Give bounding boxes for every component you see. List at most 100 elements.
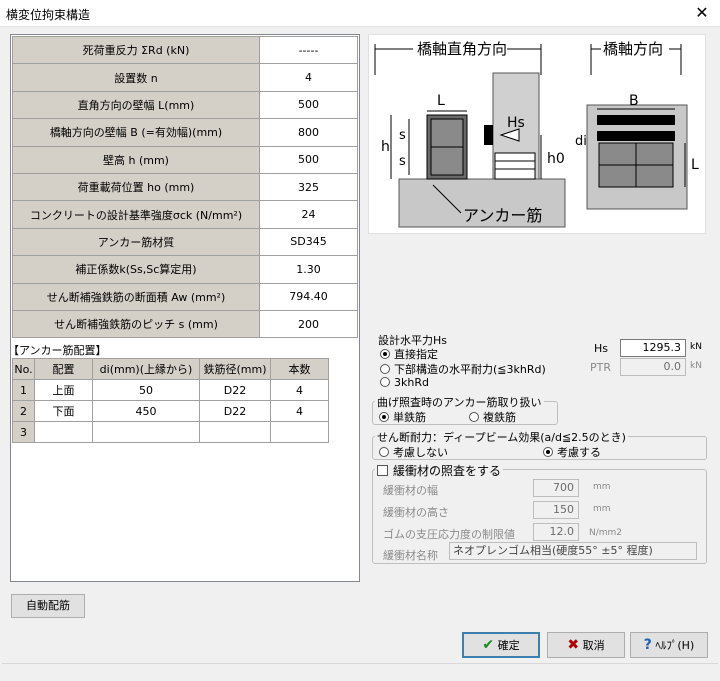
cell-di[interactable]: 50 [92, 379, 200, 401]
property-label: 直角方向の壁幅 L(mm) [12, 90, 260, 120]
radio-deep[interactable]: 考慮する [543, 444, 601, 460]
cancel-button[interactable]: ✖ 取消 [547, 632, 625, 658]
cell-dia[interactable]: D22 [199, 400, 271, 422]
row-no: 1 [12, 379, 35, 401]
check-icon: ✔ [482, 637, 495, 653]
property-value[interactable]: 500 [259, 90, 358, 120]
cushion-name-input: ネオプレンゴム相当(硬度55° ±5° 程度) [449, 542, 697, 560]
radio-direct-indicator[interactable] [380, 349, 390, 359]
cell-count[interactable]: 4 [270, 400, 329, 422]
property-row: 死荷重反力 ΣRd (kN) ----- [12, 35, 358, 65]
cushion-limit-unit: N/mm2 [589, 528, 623, 538]
table-row[interactable]: 1 上面 50 D22 4 [12, 379, 329, 401]
property-row: コンクリートの設計基準強度σck (N/mm²) 24 [12, 200, 358, 229]
cushion-check-label: 緩衝材の照査をする [393, 464, 502, 478]
help-button[interactable]: ? ﾍﾙﾌﾟ(H) [630, 632, 708, 658]
ptr-unit: kN [690, 361, 702, 371]
ptr-label: PTR [590, 361, 611, 374]
property-label: せん断補強鉄筋の断面積 Aw (mm²) [12, 282, 260, 311]
close-icon[interactable]: ✕ [690, 2, 714, 24]
cushion-group: 緩衝材の照査をする 緩衝材の幅 700 mm 緩衝材の高さ 150 mm ゴムの… [372, 462, 707, 564]
radio-single-label: 単鉄筋 [393, 411, 426, 424]
auto-rebar-button[interactable]: 自動配筋 [11, 594, 85, 618]
bending-title: 曲げ照査時のアンカー筋取り扱い [375, 394, 544, 410]
radio-substructure-label: 下部構造の水平耐力(≦3khRd) [394, 363, 546, 376]
hs-label: Hs [594, 342, 609, 355]
label-l: L [437, 93, 445, 109]
property-row: 荷重載荷位置 ho (mm) 325 [12, 172, 358, 202]
cell-pos[interactable]: 上面 [34, 379, 93, 401]
property-label: 荷重載荷位置 ho (mm) [12, 172, 260, 202]
radio-double-label: 複鉄筋 [483, 411, 516, 424]
label-perp: 橋軸直角方向 [417, 40, 507, 58]
cell-pos[interactable] [34, 421, 93, 443]
radio-substructure-indicator[interactable] [380, 364, 390, 374]
properties-table: 死荷重反力 ΣRd (kN) ----- 設置数 n 4 直角方向の壁幅 L(mm) 50… [12, 35, 358, 339]
radio-double-indicator[interactable] [469, 412, 479, 422]
title-bar: 横変位拘束構造 ✕ [0, 0, 720, 27]
radio-3khrd[interactable]: 3khRd [380, 376, 429, 389]
radio-single[interactable]: 単鉄筋 [379, 409, 426, 425]
hs-input[interactable]: 1295.3 [620, 339, 686, 357]
radio-double[interactable]: 複鉄筋 [469, 409, 516, 425]
property-value[interactable]: ----- [259, 35, 358, 65]
col-count: 本数 [270, 358, 329, 380]
property-label: 設置数 n [12, 63, 260, 92]
radio-no-deep[interactable]: 考慮しない [379, 444, 448, 460]
radio-3khrd-label: 3khRd [394, 376, 429, 389]
property-value[interactable]: 24 [259, 200, 358, 229]
property-value[interactable]: 800 [259, 118, 358, 147]
row-no: 3 [12, 421, 35, 443]
cushion-name-label: 緩衝材名称 [383, 549, 438, 562]
radio-3khrd-indicator[interactable] [380, 377, 390, 387]
confirm-button[interactable]: ✔ 確定 [462, 632, 540, 658]
cell-dia[interactable]: D22 [199, 379, 271, 401]
property-label: 補正係数k(Ss,Sc算定用) [12, 255, 260, 284]
cell-count[interactable] [270, 421, 329, 443]
property-label: コンクリートの設計基準強度σck (N/mm²) [12, 200, 260, 229]
cell-di[interactable]: 450 [92, 400, 200, 422]
property-value[interactable]: SD345 [259, 227, 358, 257]
label-b: B [629, 93, 639, 109]
label-l2: L [691, 157, 699, 173]
design-hs-group: 設計水平力Hs 直接指定 下部構造の水平耐力(≦3khRd) 3khRd [372, 332, 572, 392]
cell-dia[interactable] [199, 421, 271, 443]
property-value[interactable]: 1.30 [259, 255, 358, 284]
property-value[interactable]: 325 [259, 172, 358, 202]
radio-no-deep-indicator[interactable] [379, 447, 389, 457]
radio-single-indicator[interactable] [379, 412, 389, 422]
table-row[interactable]: 3 [12, 421, 329, 443]
window-title: 横変位拘束構造 [6, 8, 91, 22]
confirm-label: 確定 [497, 639, 520, 652]
col-no: No. [12, 358, 35, 380]
radio-substructure[interactable]: 下部構造の水平耐力(≦3khRd) [380, 361, 546, 377]
cushion-height-unit: mm [593, 504, 611, 514]
property-value[interactable]: 500 [259, 145, 358, 174]
cell-pos[interactable]: 下面 [34, 400, 93, 422]
help-label: ﾍﾙﾌﾟ(H) [655, 639, 695, 652]
help-icon: ? [643, 637, 652, 653]
cushion-checkbox[interactable] [377, 465, 388, 476]
col-dia: 鉄筋径(mm) [199, 358, 271, 380]
anchor-section-title: 【アンカー筋配置】 [8, 344, 107, 357]
label-h0: h0 [547, 151, 565, 167]
property-label: 壁高 h (mm) [12, 145, 260, 174]
property-row: アンカー筋材質 SD345 [12, 227, 358, 257]
cushion-width-input: 700 [533, 479, 579, 497]
property-value[interactable]: 200 [259, 309, 358, 339]
property-value[interactable]: 4 [259, 63, 358, 92]
label-di: di [575, 134, 587, 149]
structure-diagram: 橋軸直角方向 橋軸方向 Hs L h s s h0 アンカー筋 B di L [368, 34, 706, 234]
cancel-label: 取消 [582, 639, 605, 652]
radio-direct[interactable]: 直接指定 [380, 346, 438, 362]
property-label: 橋軸方向の壁幅 B (=有効幅)(mm) [12, 118, 260, 147]
col-di: di(mm)(上縁から) [92, 358, 200, 380]
cell-count[interactable]: 4 [270, 379, 329, 401]
property-value[interactable]: 794.40 [259, 282, 358, 311]
label-s1: s [399, 128, 406, 143]
table-row[interactable]: 2 下面 450 D22 4 [12, 400, 329, 422]
cell-di[interactable] [92, 421, 200, 443]
cushion-check[interactable]: 緩衝材の照査をする [375, 462, 504, 479]
label-axis: 橋軸方向 [603, 40, 663, 58]
radio-deep-indicator[interactable] [543, 447, 553, 457]
